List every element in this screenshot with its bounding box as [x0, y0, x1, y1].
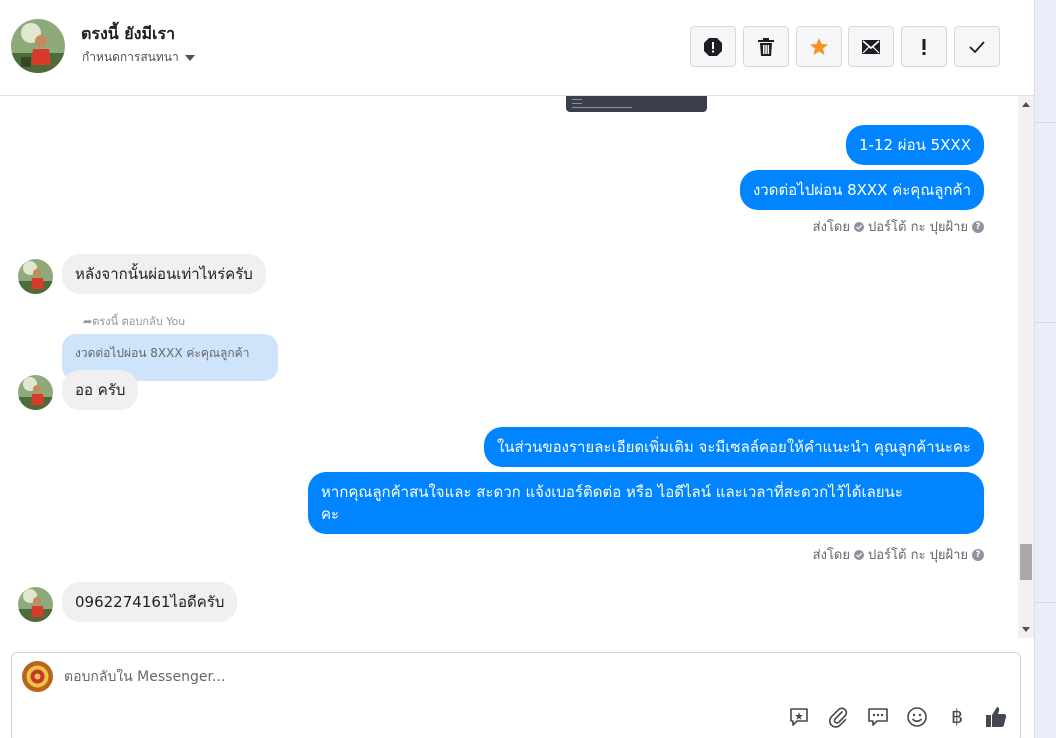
- sender-check-icon: [854, 549, 864, 560]
- mark-done-button[interactable]: [954, 26, 1000, 67]
- right-edge-panel: [1034, 0, 1056, 738]
- sent-by-info: ส่งโดย ปอร์โต้ กะ ปุยฝ้าย ?: [813, 216, 984, 237]
- sender-name[interactable]: ปอร์โต้ กะ ปุยฝ้าย: [868, 544, 968, 565]
- message-bubble[interactable]: ในส่วนของรายละเอียดเพิ่มเติม จะมีเซลล์คอ…: [483, 427, 984, 467]
- message-bubble[interactable]: หากคุณลูกค้าสนใจและ สะดวก แจ้งเบอร์ติดต่…: [308, 472, 984, 534]
- contact-avatar[interactable]: [11, 19, 65, 73]
- envelope-icon: [862, 39, 880, 54]
- contact-name[interactable]: ตรงนี้ ยังมีเรา: [81, 22, 175, 47]
- contact-avatar-small[interactable]: [18, 375, 53, 410]
- page-avatar: [22, 661, 53, 692]
- chat-bubbles-icon[interactable]: [866, 705, 890, 729]
- message-bubble[interactable]: 0962274161ไอดีครับ: [62, 582, 238, 622]
- conversation-settings-dropdown[interactable]: กำหนดการสนทนา: [82, 48, 195, 67]
- reply-indicator: ➦ตรงนี้ ตอบกลับ You: [83, 312, 185, 330]
- mark-spam-button[interactable]: [690, 26, 736, 67]
- sent-by-info: ส่งโดย ปอร์โต้ กะ ปุยฝ้าย ?: [813, 544, 984, 565]
- image-attachment-preview[interactable]: [566, 96, 707, 112]
- baht-icon[interactable]: ฿: [945, 705, 969, 729]
- exclamation-icon: [922, 38, 926, 55]
- caret-down-icon: [184, 54, 195, 61]
- saved-reply-icon[interactable]: [787, 705, 811, 729]
- delete-button[interactable]: [743, 26, 789, 67]
- reply-arrow-icon: ➦: [83, 315, 93, 328]
- sent-by-label: ส่งโดย: [812, 548, 850, 563]
- star-icon: [810, 37, 828, 55]
- attachment-icon[interactable]: [826, 705, 850, 729]
- follow-up-button[interactable]: [901, 26, 947, 67]
- sender-check-icon: [854, 221, 864, 232]
- conversation-settings-label: กำหนดการสนทนา: [82, 50, 179, 64]
- conversation-header: ตรงนี้ ยังมีเรา กำหนดการสนทนา: [0, 0, 1034, 96]
- scroll-up-arrow-icon[interactable]: [1022, 102, 1030, 107]
- mark-unread-button[interactable]: [848, 26, 894, 67]
- message-bubble[interactable]: งวดต่อไปผ่อน 8XXX ค่ะคุณลูกค้า: [739, 170, 984, 210]
- message-bubble[interactable]: 1-12 ผ่อน 5XXX: [845, 125, 984, 165]
- message-bubble[interactable]: ออ ครับ: [62, 370, 139, 410]
- message-input[interactable]: [64, 669, 964, 685]
- message-thread[interactable]: 1-12 ผ่อน 5XXX งวดต่อไปผ่อน 8XXX ค่ะคุณล…: [0, 96, 1018, 638]
- sender-name[interactable]: ปอร์โต้ กะ ปุยฝ้าย: [868, 216, 968, 237]
- help-icon[interactable]: ?: [972, 548, 984, 561]
- scroll-down-arrow-icon[interactable]: [1022, 627, 1030, 632]
- emoji-icon[interactable]: [905, 705, 929, 729]
- check-icon: [969, 40, 985, 53]
- message-line: คะ: [321, 505, 340, 523]
- reply-indicator-label: ตรงนี้ ตอบกลับ You: [92, 315, 186, 328]
- contact-avatar-small[interactable]: [18, 587, 53, 622]
- spam-icon: [704, 37, 722, 56]
- help-icon[interactable]: ?: [972, 220, 984, 233]
- message-bubble[interactable]: หลังจากนั้นผ่อนเท่าไหร่ครับ: [62, 254, 266, 294]
- star-button[interactable]: [796, 26, 842, 67]
- thread-scrollbar[interactable]: [1018, 96, 1034, 638]
- contact-avatar-small[interactable]: [18, 259, 53, 294]
- message-line: หากคุณลูกค้าสนใจและ สะดวก แจ้งเบอร์ติดต่…: [321, 483, 903, 501]
- thumbs-up-icon[interactable]: [984, 705, 1008, 729]
- scroll-thumb[interactable]: [1020, 544, 1032, 580]
- trash-icon: [758, 37, 774, 56]
- reply-composer: ฿: [11, 652, 1021, 738]
- sent-by-label: ส่งโดย: [812, 220, 850, 235]
